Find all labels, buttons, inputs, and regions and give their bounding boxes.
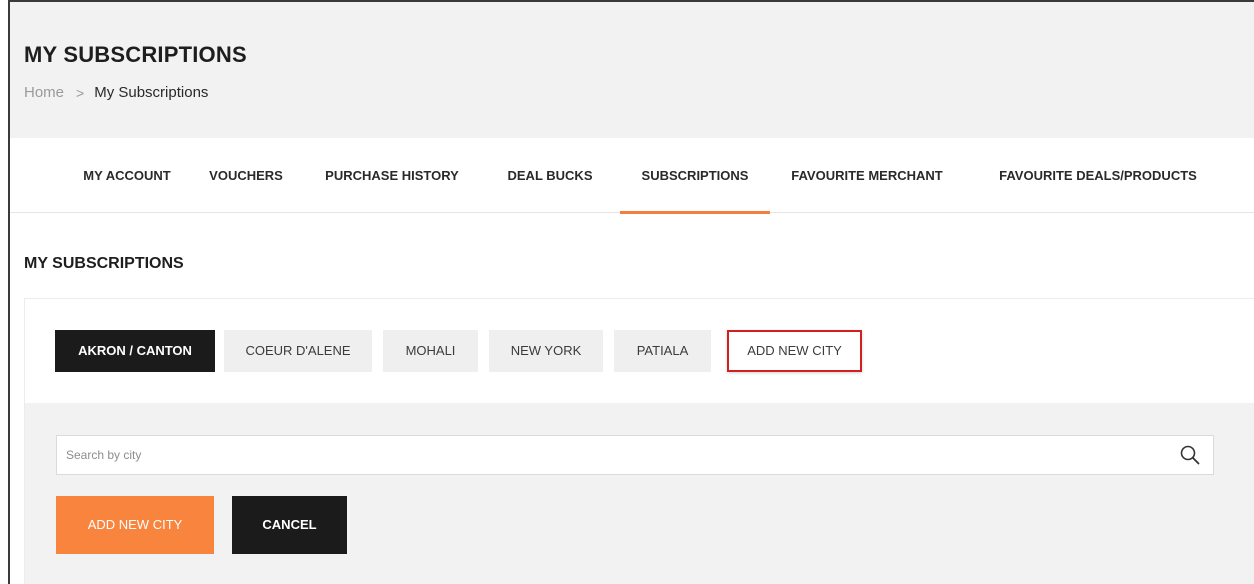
city-tab-new-york[interactable]: NEW YORK xyxy=(489,330,603,372)
city-tab-coeur-dalene[interactable]: COEUR D'ALENE xyxy=(224,330,372,372)
city-tab-mohali[interactable]: MOHALI xyxy=(383,330,478,372)
search-box xyxy=(56,435,1214,475)
city-list: AKRON / CANTON COEUR D'ALENE MOHALI NEW … xyxy=(25,299,1254,403)
add-new-city-tab[interactable]: ADD NEW CITY xyxy=(727,330,862,372)
page-frame: MY SUBSCRIPTIONS Home > My Subscriptions… xyxy=(8,0,1254,584)
breadcrumb-home-link[interactable]: Home xyxy=(24,84,64,101)
tab-my-account[interactable]: MY ACCOUNT xyxy=(72,138,182,213)
search-icon[interactable] xyxy=(1179,444,1201,466)
section-title: MY SUBSCRIPTIONS xyxy=(24,255,184,272)
cancel-button[interactable]: CANCEL xyxy=(232,496,347,554)
city-tab-patiala[interactable]: PATIALA xyxy=(614,330,711,372)
city-search-input[interactable] xyxy=(57,436,1167,474)
account-tabs: MY ACCOUNT VOUCHERS PURCHASE HISTORY DEA… xyxy=(10,138,1254,214)
subscriptions-panel: AKRON / CANTON COEUR D'ALENE MOHALI NEW … xyxy=(24,298,1254,584)
page-title: MY SUBSCRIPTIONS xyxy=(24,42,247,67)
add-city-form: ADD NEW CITY CANCEL xyxy=(25,403,1254,584)
breadcrumb-current: My Subscriptions xyxy=(94,84,209,101)
tab-vouchers[interactable]: VOUCHERS xyxy=(198,138,294,213)
breadcrumb: Home > My Subscriptions xyxy=(24,84,208,101)
tab-subscriptions[interactable]: SUBSCRIPTIONS xyxy=(620,138,770,214)
page-header: MY SUBSCRIPTIONS Home > My Subscriptions xyxy=(10,2,1254,138)
add-new-city-button[interactable]: ADD NEW CITY xyxy=(56,496,214,554)
tab-deal-bucks[interactable]: DEAL BUCKS xyxy=(498,138,602,213)
tab-purchase-history[interactable]: PURCHASE HISTORY xyxy=(317,138,467,213)
tab-favourite-merchant[interactable]: FAVOURITE MERCHANT xyxy=(782,138,952,213)
city-tab-akron-canton[interactable]: AKRON / CANTON xyxy=(55,330,215,372)
chevron-right-icon: > xyxy=(76,84,85,101)
tab-favourite-deals-products[interactable]: FAVOURITE DEALS/PRODUCTS xyxy=(982,138,1214,213)
